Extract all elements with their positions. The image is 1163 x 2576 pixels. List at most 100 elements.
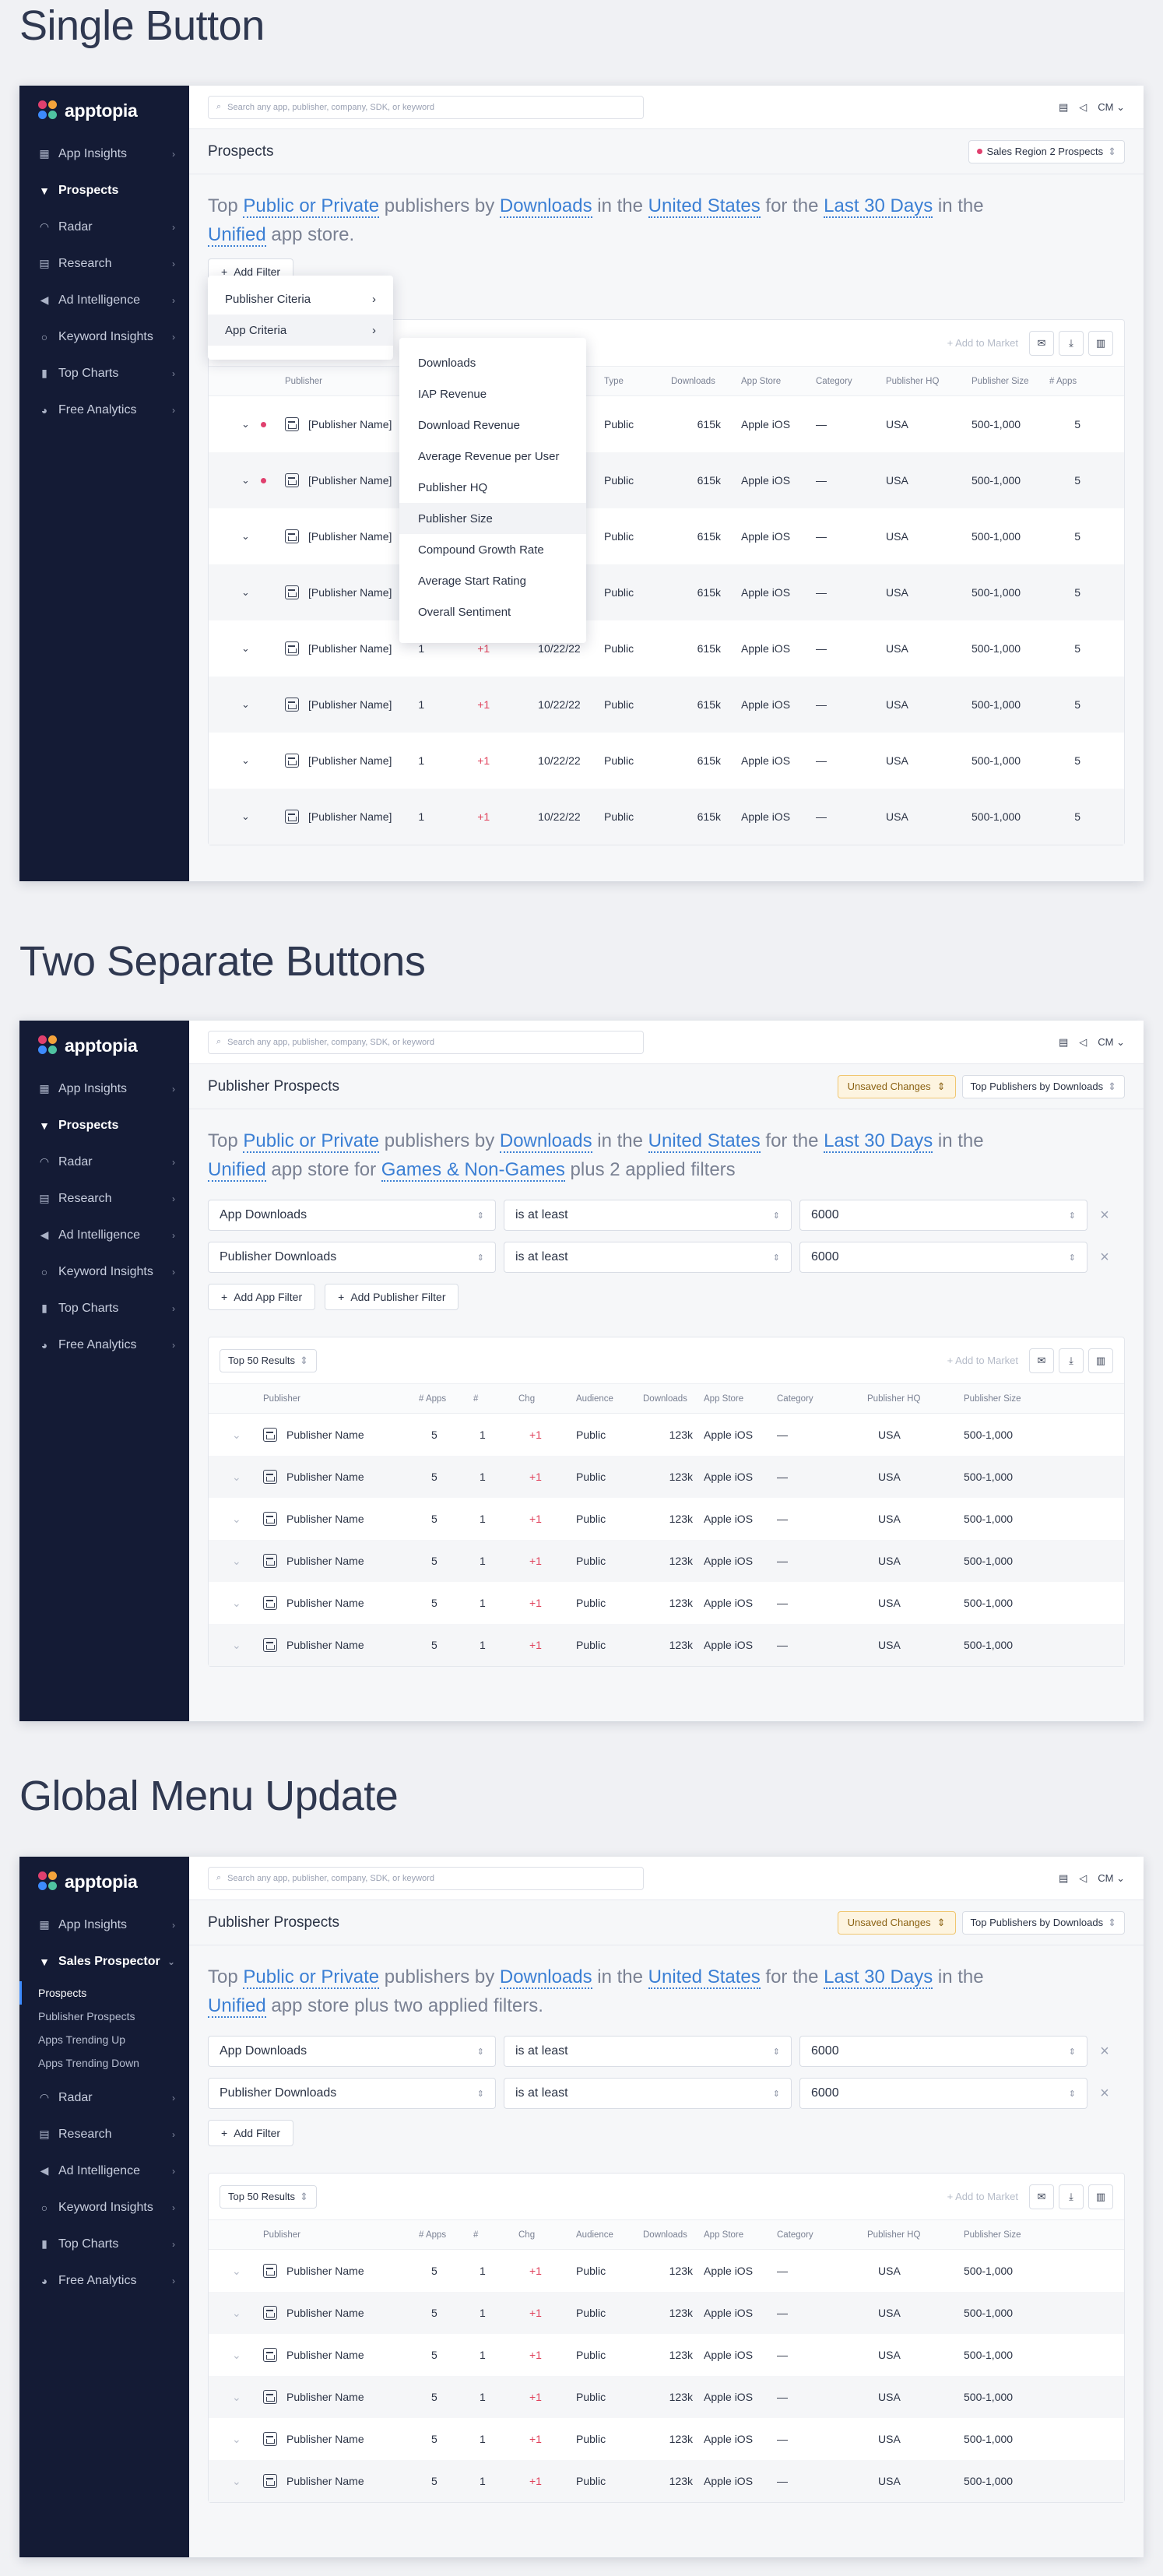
publisher-name[interactable]: Publisher Name [286,2475,364,2487]
filter-value-input[interactable]: 6000 ⇕ [799,2078,1087,2109]
table-row[interactable]: ⌄[Publisher Name]1+110/22/22Public615kAp… [209,620,1124,677]
columns-icon[interactable]: ▥ [1088,2184,1113,2209]
column-header-publisher-hq[interactable]: Publisher HQ [867,2230,964,2240]
submenu-item[interactable]: Downloads [399,347,586,378]
publisher-name[interactable]: [Publisher Name] [308,698,392,711]
document-icon[interactable]: ▤ [1059,1872,1068,1885]
column-header-category[interactable]: Category [777,2230,867,2240]
unsaved-changes-button[interactable]: Unsaved Changes ⇕ [837,1910,956,1935]
nav-free-analytics[interactable]: ◕ Free Analytics › [19,392,189,428]
chevron-down-icon[interactable]: ⌄ [241,530,250,543]
document-icon[interactable]: ▤ [1059,1036,1068,1049]
metric-select[interactable]: Downloads [499,1966,592,1989]
segment-select[interactable]: Sales Region 2 Prospects ⇕ [968,139,1125,163]
chevron-down-icon[interactable]: ⌄ [220,1639,263,1652]
column-header-category[interactable]: Category [816,377,886,386]
chevron-down-icon[interactable]: ⌄ [220,2349,263,2362]
column-header-rank[interactable]: # [473,1394,518,1404]
user-menu[interactable]: CM ⌄ [1098,1872,1125,1885]
publisher-name[interactable]: Publisher Name [286,2265,364,2277]
date-range-select[interactable]: Last 30 Days [824,195,933,218]
megaphone-icon[interactable]: ◁ [1079,1036,1087,1049]
chevron-down-icon[interactable]: ⌄ [220,2433,263,2446]
chevron-down-icon[interactable]: ⌄ [220,2475,263,2488]
nav-radar[interactable]: ◠ Radar › [19,209,189,245]
column-header-publisher-hq[interactable]: Publisher HQ [886,377,972,386]
publisher-type-select[interactable]: Public or Private [243,1966,380,1989]
search-input[interactable]: ⌕ Search any app, publisher, company, SDK… [208,1030,644,1054]
nav-research[interactable]: ▤ Research › [19,245,189,282]
filter-value-input[interactable]: 6000 ⇕ [799,1200,1087,1231]
nav-radar[interactable]: ◠ Radar › [19,2079,189,2116]
chevron-down-icon[interactable]: ⌄ [241,810,250,823]
publisher-name[interactable]: [Publisher Name] [308,586,392,599]
nav-ad-intelligence[interactable]: ◀ Ad Intelligence › [19,282,189,318]
store-select[interactable]: Unified [208,1159,266,1182]
chevron-down-icon[interactable]: ⌄ [241,642,250,655]
store-select[interactable]: Unified [208,1995,266,2018]
download-icon[interactable]: ⤓ [1059,2184,1084,2209]
table-row[interactable]: ⌄[Publisher Name]1+110/22/22Public615kAp… [209,789,1124,845]
filter-value-input[interactable]: 6000 ⇕ [799,1242,1087,1273]
results-count-select[interactable]: Top 50 Results ⇕ [220,2184,317,2209]
column-header-chg[interactable]: Chg [518,2230,576,2240]
nav-research[interactable]: ▤ Research › [19,1180,189,1217]
add-to-market-button[interactable]: + Add to Market [947,337,1018,349]
publisher-name[interactable]: Publisher Name [286,2391,364,2403]
metric-select[interactable]: Downloads [499,195,592,218]
submenu-item[interactable]: Download Revenue [399,409,586,441]
column-header-publisher-size[interactable]: Publisher Size [964,2230,1026,2240]
publisher-name[interactable]: [Publisher Name] [308,474,392,487]
submenu-item[interactable]: Average Start Rating [399,565,586,596]
nav-ad-intelligence[interactable]: ◀ Ad Intelligence › [19,2153,189,2189]
remove-filter-icon[interactable]: × [1095,1207,1114,1225]
nav-top-charts[interactable]: ▮ Top Charts › [19,355,189,392]
nav-research[interactable]: ▤ Research › [19,2116,189,2153]
search-input[interactable]: ⌕ Search any app, publisher, company, SDK… [208,95,644,119]
table-row[interactable]: ⌄ Publisher Name 5 1 +1 Public 123k Apple iOS — U… [209,2418,1124,2460]
column-header-publisher[interactable]: Publisher [263,1394,419,1404]
chevron-down-icon[interactable]: ⌄ [241,474,250,487]
megaphone-icon[interactable]: ◁ [1079,1872,1087,1885]
chevron-down-icon[interactable]: ⌄ [241,418,250,431]
filter-field-select[interactable]: App Downloads ⇕ [208,2036,496,2067]
country-select[interactable]: United States [648,195,761,218]
column-header-type[interactable]: Type [604,377,671,386]
column-header-publisher[interactable]: Publisher [263,2230,419,2240]
country-select[interactable]: United States [648,1966,761,1989]
publisher-name[interactable]: [Publisher Name] [308,754,392,767]
publisher-name[interactable]: Publisher Name [286,2307,364,2319]
nav-prospects[interactable]: ▼ Prospects [19,172,189,209]
nav-radar[interactable]: ◠ Radar › [19,1144,189,1180]
table-row[interactable]: ⌄ Publisher Name 5 1 +1 Public 123k Apple iOS — U… [209,1624,1124,1666]
publisher-name[interactable]: Publisher Name [286,1639,364,1651]
publisher-name[interactable]: Publisher Name [286,1555,364,1567]
remove-filter-icon[interactable]: × [1095,1249,1114,1267]
publisher-name[interactable]: Publisher Name [286,1471,364,1483]
remove-filter-icon[interactable]: × [1095,2085,1114,2103]
publisher-name[interactable]: [Publisher Name] [308,530,392,543]
submenu-item[interactable]: IAP Revenue [399,378,586,409]
unsaved-changes-button[interactable]: Unsaved Changes ⇕ [837,1074,956,1098]
country-select[interactable]: United States [648,1130,761,1153]
column-header-apps[interactable]: # Apps [419,1394,473,1404]
email-icon[interactable]: ✉ [1029,2184,1054,2209]
user-menu[interactable]: CM ⌄ [1098,1036,1125,1049]
column-header-apps[interactable]: # Apps [1049,377,1080,386]
table-row[interactable]: ⌄ Publisher Name 5 1 +1 Public 123k Apple iOS — U… [209,2334,1124,2376]
nav-keyword-insights[interactable]: ○ Keyword Insights › [19,2189,189,2226]
filter-operator-select[interactable]: is at least ⇕ [504,1242,792,1273]
chevron-down-icon[interactable]: ⌄ [241,586,250,599]
menu-item-app-criteria[interactable]: App Criteria › [208,315,393,346]
submenu-item[interactable]: Overall Sentiment [399,596,586,627]
table-row[interactable]: ⌄ Publisher Name 5 1 +1 Public 123k Apple iOS — U… [209,2250,1124,2292]
results-count-select[interactable]: Top 50 Results ⇕ [220,1348,317,1372]
subnav-prospects[interactable]: Prospects [19,1981,189,2005]
date-range-select[interactable]: Last 30 Days [824,1966,933,1989]
publisher-name[interactable]: Publisher Name [286,2433,364,2445]
menu-item-publisher-criteria[interactable]: Publisher Citeria › [208,283,393,315]
publisher-name[interactable]: Publisher Name [286,1429,364,1441]
filter-operator-select[interactable]: is at least ⇕ [504,2078,792,2109]
table-row[interactable]: ⌄[Publisher Name]1+110/22/22Public615kAp… [209,564,1124,620]
table-row[interactable]: ⌄ Publisher Name 5 1 +1 Public 123k Apple iOS — U… [209,1456,1124,1498]
